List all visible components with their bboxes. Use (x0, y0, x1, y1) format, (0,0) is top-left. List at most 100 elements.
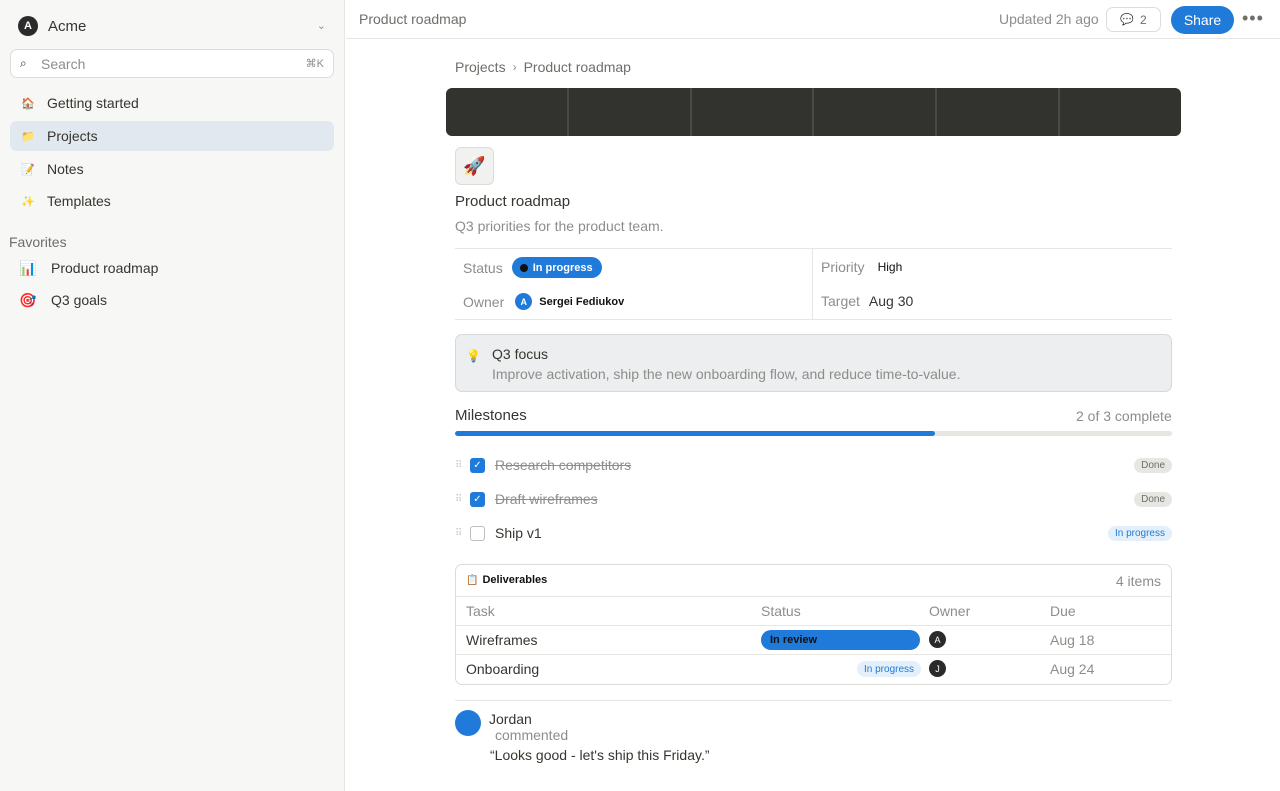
status-dot-icon (519, 263, 528, 272)
sidebar-item-templates[interactable]: ✨ Templates (10, 186, 334, 216)
task-label: Research competitors (495, 457, 632, 473)
table-title-label: Deliverables (482, 574, 548, 586)
column-header[interactable]: Task (466, 603, 495, 619)
updated-timestamp: Updated 2h ago (999, 11, 1099, 27)
bar-chart-icon: 📊 (19, 259, 37, 276)
share-button[interactable]: Share (1171, 6, 1234, 34)
table-count: 4 items (1115, 573, 1161, 589)
chevron-down-icon: ⌄ (316, 20, 326, 32)
due-cell: Aug 18 (1050, 632, 1095, 648)
search-placeholder: Search (41, 55, 86, 72)
due-cell: Aug 24 (1050, 661, 1095, 677)
house-icon: 🏠 (21, 97, 35, 110)
comment-icon: 💬 (1120, 14, 1134, 26)
property-status[interactable]: Status In progress (463, 257, 602, 278)
sidebar-item-notes[interactable]: 📝 Notes (10, 154, 334, 184)
favorite-label: Product roadmap (51, 260, 159, 276)
property-key: Priority (821, 259, 865, 275)
status-badge-label: In progress (532, 261, 593, 274)
comment-count: 2 (1140, 12, 1147, 27)
status-badge[interactable]: In progress (857, 661, 922, 677)
progress-fill (455, 431, 936, 436)
property-target[interactable]: Target Aug 30 (821, 293, 913, 309)
property-priority[interactable]: Priority High (821, 259, 902, 275)
checkbox[interactable]: ✓ (470, 457, 485, 473)
column-header[interactable]: Due (1050, 603, 1076, 619)
sidebar-item-label: Projects (47, 128, 98, 144)
folder-icon: 📁 (21, 130, 35, 143)
table-row[interactable]: Onboarding In progress J Aug 24 (456, 655, 1171, 684)
search-icon: ⌕ (20, 56, 27, 70)
milestones-heading: Milestones (455, 407, 527, 424)
task-cell: Onboarding (466, 661, 540, 677)
chevron-right-icon: › (512, 60, 517, 74)
property-key: Owner (463, 293, 505, 310)
table-header: 📋 Deliverables 4 items (456, 565, 1171, 597)
rocket-icon[interactable]: 🚀 (455, 147, 494, 185)
callout[interactable]: 💡 Q3 focus Improve activation, ship the … (455, 334, 1172, 392)
sidebar-item-projects[interactable]: 📁 Projects (10, 121, 334, 151)
search-input[interactable]: ⌕ Search ⌘K (10, 49, 334, 78)
drag-handle-icon[interactable]: ⠿ (455, 528, 470, 539)
owner-name: Sergei Fediukov (539, 295, 625, 308)
more-options-icon[interactable]: ••• (1242, 8, 1264, 29)
list-item[interactable]: ⠿ ✓ Research competitors Done (455, 452, 1172, 478)
table-title[interactable]: 📋 Deliverables (466, 574, 547, 586)
target-icon: 🎯 (19, 291, 37, 308)
column-header[interactable]: Status (761, 603, 801, 619)
status-badge: Done (1134, 457, 1172, 473)
sidebar-item-label: Getting started (47, 95, 139, 111)
lightbulb-icon: 💡 (466, 349, 481, 363)
topbar-title: Product roadmap (359, 11, 467, 27)
status-badge: Done (1134, 491, 1172, 507)
avatar: A (929, 631, 946, 648)
status-badge[interactable]: In review (761, 630, 920, 650)
sparkles-icon: ✨ (21, 195, 35, 208)
page-title[interactable]: Product roadmap (455, 193, 570, 210)
comment-author[interactable]: Jordan (489, 711, 532, 727)
column-header[interactable]: Owner (929, 603, 970, 619)
target-value: Aug 30 (868, 293, 914, 309)
table-column-headers: Task Status Owner Due (456, 597, 1171, 626)
checkbox[interactable]: ✓ (470, 491, 485, 507)
priority-value: High (877, 260, 903, 274)
comments-button[interactable]: 💬 2 (1106, 7, 1161, 32)
avatar (455, 710, 481, 736)
list-item[interactable]: ⠿ ✓ Draft wireframes Done (455, 486, 1172, 512)
cover-image[interactable] (446, 88, 1181, 136)
drag-handle-icon[interactable]: ⠿ (455, 494, 470, 505)
clipboard-icon: 📋 (466, 574, 479, 586)
comment-text: “Looks good - let's ship this Friday.” (490, 747, 710, 763)
sidebar: A Acme ⌄ ⌕ Search ⌘K 🏠 Getting started 📁… (0, 0, 345, 791)
favorite-product-roadmap[interactable]: 📊 Product roadmap (18, 257, 318, 279)
property-owner[interactable]: Owner A Sergei Fediukov (463, 293, 624, 310)
breadcrumb-item[interactable]: Projects (455, 59, 506, 75)
divider (455, 700, 1172, 701)
comment-action: commented (495, 727, 569, 743)
callout-title: Q3 focus (492, 346, 549, 362)
list-item[interactable]: ⠿ Ship v1 In progress (455, 520, 1172, 546)
favorite-q3-goals[interactable]: 🎯 Q3 goals (18, 289, 318, 311)
table-row[interactable]: Wireframes In review A Aug 18 (456, 626, 1171, 655)
topbar: Product roadmap Updated 2h ago 💬 2 Share… (346, 0, 1280, 39)
note-icon: 📝 (21, 163, 35, 176)
property-key: Target (821, 293, 860, 309)
checkbox[interactable] (470, 525, 485, 541)
task-label: Ship v1 (495, 525, 542, 541)
drag-handle-icon[interactable]: ⠿ (455, 460, 470, 471)
sidebar-item-label: Templates (47, 193, 111, 209)
favorite-label: Q3 goals (51, 292, 108, 308)
workspace-name: Acme (48, 17, 87, 35)
breadcrumb-item[interactable]: Product roadmap (524, 59, 631, 75)
callout-body: Improve activation, ship the new onboard… (492, 366, 961, 382)
avatar: J (929, 660, 946, 677)
workspace-switcher[interactable]: A Acme ⌄ (18, 15, 328, 37)
milestones-count: 2 of 3 complete (1076, 408, 1172, 424)
avatar: A (515, 293, 533, 310)
sidebar-item-getting-started[interactable]: 🏠 Getting started (10, 88, 334, 118)
page-subtitle[interactable]: Q3 priorities for the product team. (455, 218, 664, 234)
status-badge: In progress (1107, 525, 1172, 541)
status-badge[interactable]: In progress (511, 257, 602, 278)
deliverables-table: 📋 Deliverables 4 items Task Status Owner… (455, 564, 1172, 685)
property-key: Status (463, 259, 503, 276)
